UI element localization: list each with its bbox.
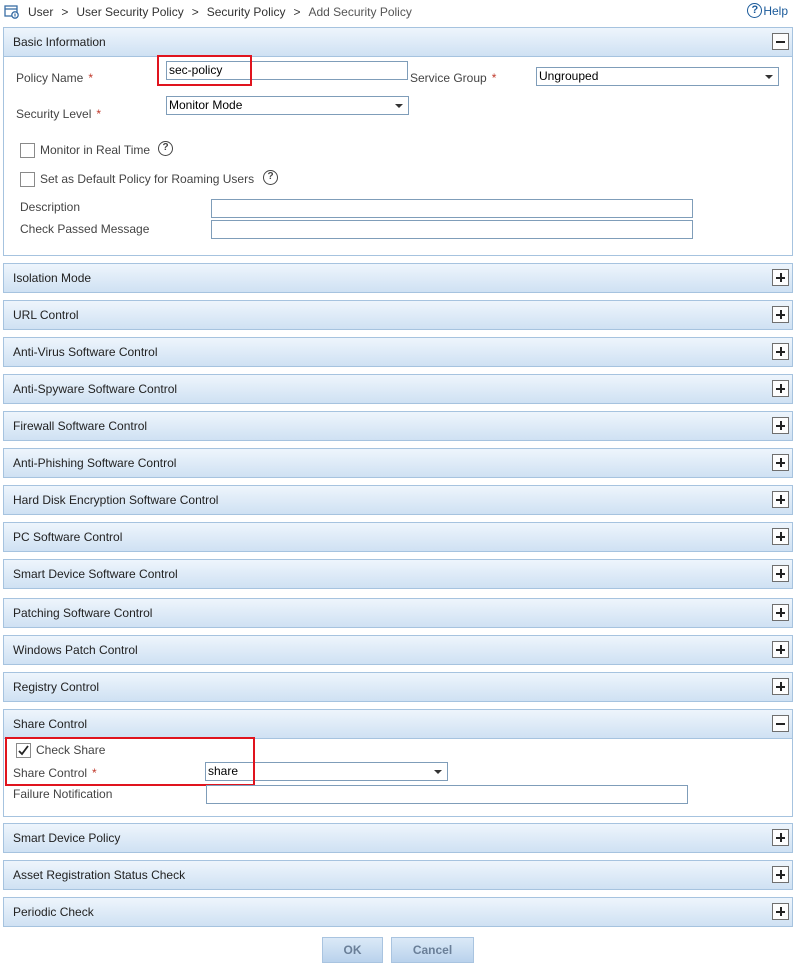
plus-icon[interactable] bbox=[772, 903, 789, 920]
plus-icon[interactable] bbox=[772, 641, 789, 658]
chevron-down-icon bbox=[765, 75, 773, 79]
plus-icon[interactable] bbox=[772, 528, 789, 545]
plus-icon[interactable] bbox=[772, 866, 789, 883]
section-title: Anti-Virus Software Control bbox=[13, 345, 158, 359]
description-input[interactable] bbox=[211, 199, 693, 218]
plus-icon[interactable] bbox=[772, 491, 789, 508]
section-title: Registry Control bbox=[13, 680, 100, 694]
section-title: Patching Software Control bbox=[13, 606, 153, 620]
highlight-box bbox=[5, 737, 255, 786]
section-url-control[interactable]: URL Control bbox=[3, 300, 793, 330]
roaming-default-checkbox[interactable] bbox=[20, 172, 35, 187]
section-title: Anti-Spyware Software Control bbox=[13, 382, 178, 396]
section-title: Windows Patch Control bbox=[13, 643, 138, 657]
question-icon[interactable]: ? bbox=[158, 141, 173, 156]
section-smart-device-software[interactable]: Smart Device Software Control bbox=[3, 559, 793, 589]
highlight-box bbox=[157, 55, 252, 86]
section-title: Asset Registration Status Check bbox=[13, 868, 186, 882]
section-basic-information[interactable]: Basic Information bbox=[3, 27, 793, 57]
section-title: Basic Information bbox=[13, 35, 106, 49]
breadcrumb-separator: > bbox=[61, 5, 69, 19]
breadcrumb-user[interactable]: User bbox=[28, 5, 53, 19]
section-anti-virus[interactable]: Anti-Virus Software Control bbox=[3, 337, 793, 367]
breadcrumb-separator: > bbox=[191, 5, 199, 19]
failure-notification-label: Failure Notification bbox=[13, 787, 113, 801]
plus-icon[interactable] bbox=[772, 343, 789, 360]
check-passed-label: Check Passed Message bbox=[20, 222, 150, 236]
breadcrumb-current: Add Security Policy bbox=[308, 5, 412, 19]
section-title: Firewall Software Control bbox=[13, 419, 148, 433]
security-level-label: Security Level * bbox=[16, 107, 102, 121]
section-patching-software[interactable]: Patching Software Control bbox=[3, 598, 793, 628]
section-registry-control[interactable]: Registry Control bbox=[3, 672, 793, 702]
section-title: URL Control bbox=[13, 308, 79, 322]
section-title: Periodic Check bbox=[13, 905, 94, 919]
breadcrumb: User > User Security Policy > Security P… bbox=[4, 3, 412, 21]
chevron-down-icon bbox=[395, 104, 403, 108]
monitor-realtime-label: Monitor in Real Time bbox=[40, 143, 151, 157]
plus-icon[interactable] bbox=[772, 306, 789, 323]
monitor-realtime-checkbox[interactable] bbox=[20, 143, 35, 158]
plus-icon[interactable] bbox=[772, 417, 789, 434]
section-anti-phishing[interactable]: Anti-Phishing Software Control bbox=[3, 448, 793, 478]
section-title: Hard Disk Encryption Software Control bbox=[13, 493, 219, 507]
section-title: Anti-Phishing Software Control bbox=[13, 456, 177, 470]
minus-icon[interactable] bbox=[772, 715, 789, 732]
section-title: Share Control bbox=[13, 717, 88, 731]
breadcrumb-user-security-policy[interactable]: User Security Policy bbox=[76, 5, 183, 19]
section-title: PC Software Control bbox=[13, 530, 123, 544]
section-smart-device-policy[interactable]: Smart Device Policy bbox=[3, 823, 793, 853]
section-periodic-check[interactable]: Periodic Check bbox=[3, 897, 793, 927]
section-windows-patch[interactable]: Windows Patch Control bbox=[3, 635, 793, 665]
section-asset-registration[interactable]: Asset Registration Status Check bbox=[3, 860, 793, 890]
plus-icon[interactable] bbox=[772, 604, 789, 621]
section-title: Smart Device Software Control bbox=[13, 567, 178, 581]
section-share-control[interactable]: Share Control bbox=[3, 709, 793, 739]
policy-name-label: Policy Name * bbox=[16, 71, 94, 85]
question-icon: ? bbox=[747, 3, 763, 18]
plus-icon[interactable] bbox=[772, 269, 789, 286]
plus-icon[interactable] bbox=[772, 380, 789, 397]
cancel-button[interactable]: Cancel bbox=[391, 937, 474, 963]
help-label: Help bbox=[763, 3, 788, 18]
check-passed-input[interactable] bbox=[211, 220, 693, 239]
section-title: Smart Device Policy bbox=[13, 831, 121, 845]
section-isolation-mode[interactable]: Isolation Mode bbox=[3, 263, 793, 293]
minus-icon[interactable] bbox=[772, 33, 789, 50]
section-anti-spyware[interactable]: Anti-Spyware Software Control bbox=[3, 374, 793, 404]
section-title: Isolation Mode bbox=[13, 271, 92, 285]
ok-button[interactable]: OK bbox=[322, 937, 383, 963]
section-pc-software[interactable]: PC Software Control bbox=[3, 522, 793, 552]
security-level-select[interactable]: Monitor Mode bbox=[166, 96, 409, 115]
section-hard-disk-encryption[interactable]: Hard Disk Encryption Software Control bbox=[3, 485, 793, 515]
plus-icon[interactable] bbox=[772, 829, 789, 846]
plus-icon[interactable] bbox=[772, 565, 789, 582]
chevron-down-icon bbox=[434, 770, 442, 774]
section-firewall[interactable]: Firewall Software Control bbox=[3, 411, 793, 441]
breadcrumb-separator: > bbox=[293, 5, 301, 19]
service-group-select[interactable]: Ungrouped bbox=[536, 67, 779, 86]
service-group-label: Service Group * bbox=[410, 71, 497, 85]
plus-icon[interactable] bbox=[772, 678, 789, 695]
user-policy-icon bbox=[4, 5, 19, 19]
roaming-default-label: Set as Default Policy for Roaming Users bbox=[40, 172, 255, 186]
question-icon[interactable]: ? bbox=[263, 170, 278, 185]
help-link[interactable]: ? Help bbox=[747, 3, 788, 18]
plus-icon[interactable] bbox=[772, 454, 789, 471]
breadcrumb-security-policy[interactable]: Security Policy bbox=[207, 5, 286, 19]
failure-notification-input[interactable] bbox=[206, 785, 688, 804]
description-label: Description bbox=[20, 200, 81, 214]
